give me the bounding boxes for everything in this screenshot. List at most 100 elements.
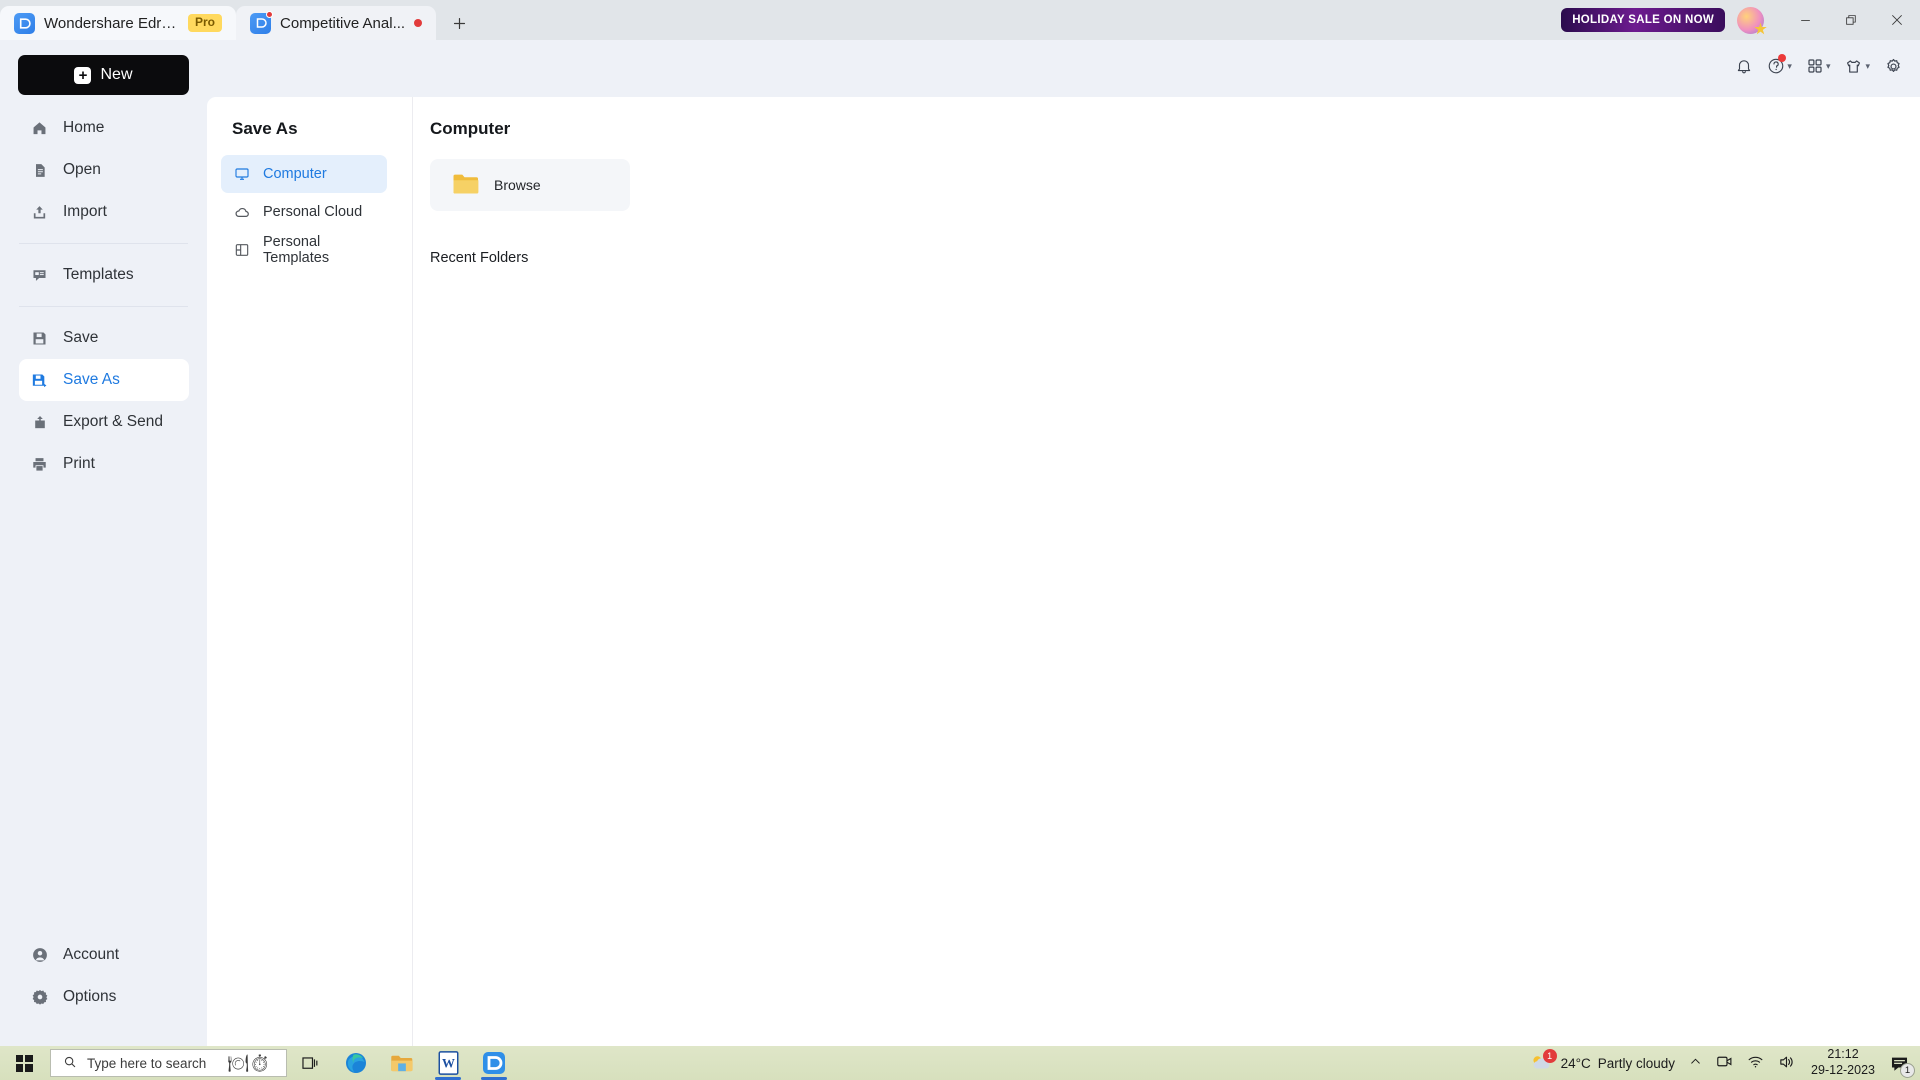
- notification-bell-button[interactable]: [1730, 53, 1758, 79]
- sidebar-item-label: Open: [63, 161, 101, 178]
- save-target-personal-templates[interactable]: Personal Templates: [221, 231, 387, 269]
- sidebar-item-home[interactable]: Home: [19, 107, 189, 149]
- sidebar-item-open[interactable]: Open: [19, 149, 189, 191]
- minimize-button[interactable]: [1782, 0, 1828, 40]
- save-target-label: Computer: [263, 166, 327, 182]
- document-tab-icon: [250, 10, 274, 34]
- tab-wondershare-edrawmax[interactable]: Wondershare EdrawMax Pro: [0, 6, 237, 40]
- new-tab-button[interactable]: [442, 6, 476, 40]
- tab-label: Competitive Anal...: [280, 14, 406, 32]
- backstage-sidebar: + New Home Open Import Templates Save Sa…: [0, 40, 207, 1046]
- wifi-icon: [1747, 1054, 1764, 1072]
- save-as-icon: [30, 371, 49, 390]
- meet-now-button[interactable]: [1709, 1046, 1740, 1080]
- chevron-up-icon: [1689, 1055, 1702, 1071]
- options-gear-icon: [30, 988, 49, 1007]
- meet-now-icon: [1716, 1054, 1733, 1072]
- account-icon: [30, 946, 49, 965]
- chevron-down-icon: ▾: [1825, 60, 1831, 71]
- save-target-computer[interactable]: Computer: [221, 155, 387, 193]
- chevron-down-icon: ▾: [1865, 60, 1870, 71]
- sidebar-item-label: Templates: [63, 266, 134, 283]
- new-button-label: New: [100, 66, 133, 83]
- sidebar-item-save-as[interactable]: Save As: [19, 359, 189, 401]
- sidebar-item-templates[interactable]: Templates: [19, 254, 189, 296]
- weather-description: Partly cloudy: [1597, 1055, 1676, 1071]
- save-as-panel-title: Save As: [232, 119, 298, 138]
- browse-label: Browse: [494, 177, 541, 193]
- apps-grid-button[interactable]: ▾: [1801, 53, 1836, 79]
- action-center-button[interactable]: 1: [1884, 1046, 1915, 1080]
- edrawmax-logo-icon: [14, 12, 35, 34]
- speaker-icon: [1778, 1054, 1795, 1073]
- title-bar-right: HOLIDAY SALE ON NOW: [1561, 0, 1920, 40]
- show-hidden-icons-button[interactable]: [1682, 1046, 1709, 1080]
- sidebar-item-save[interactable]: Save: [19, 317, 189, 359]
- new-button[interactable]: + New: [18, 55, 189, 95]
- taskbar-clock[interactable]: 21:12 29-12-2023: [1802, 1047, 1884, 1078]
- chevron-down-icon: ▾: [1787, 60, 1792, 71]
- settings-gear-button[interactable]: [1879, 53, 1908, 80]
- sidebar-divider: [19, 243, 188, 244]
- sidebar-item-export-send[interactable]: Export & Send: [19, 401, 189, 443]
- monitor-icon: [233, 165, 251, 183]
- sidebar-item-account[interactable]: Account: [19, 934, 189, 976]
- close-button[interactable]: [1874, 0, 1920, 40]
- holiday-sale-button[interactable]: HOLIDAY SALE ON NOW: [1561, 8, 1725, 32]
- toolbar-icons: ▾ ▾ ▾: [1730, 48, 1908, 84]
- save-target-label: Personal Cloud: [263, 204, 363, 220]
- browse-button[interactable]: Browse: [430, 159, 630, 211]
- clock-time: 21:12: [1827, 1047, 1859, 1062]
- edrawmax-window: Wondershare EdrawMax Pro Competitive Ana…: [0, 0, 1920, 1046]
- document-icon: [30, 161, 49, 180]
- pro-badge: Pro: [188, 14, 223, 32]
- title-bar: Wondershare EdrawMax Pro Competitive Ana…: [0, 0, 1920, 40]
- printer-icon: [30, 455, 49, 474]
- tab-competitive-analysis[interactable]: Competitive Anal...: [236, 6, 437, 40]
- sidebar-nav: Home Open Import Templates Save Save As …: [0, 107, 207, 485]
- task-view-button[interactable]: [287, 1046, 333, 1080]
- maximize-restore-button[interactable]: [1828, 0, 1874, 40]
- content-panel-title: Computer: [430, 119, 511, 138]
- templates-icon: [30, 266, 49, 285]
- weather-icon: 1: [1530, 1049, 1557, 1073]
- layout-icon: [233, 241, 251, 259]
- microsoft-edge-button[interactable]: [333, 1046, 379, 1080]
- sidebar-item-import[interactable]: Import: [19, 191, 189, 233]
- system-tray: 1 24°C Partly cloudy 21:12 29-12-2023 1: [1523, 1046, 1920, 1080]
- svg-text:W: W: [442, 1056, 455, 1071]
- windows-taskbar: Type here to search 🍽⏱ W 1 24°C Partly c…: [0, 1046, 1920, 1080]
- avatar[interactable]: [1737, 6, 1764, 34]
- help-button[interactable]: ▾: [1762, 53, 1797, 79]
- sidebar-divider: [19, 306, 188, 307]
- sidebar-item-options[interactable]: Options: [19, 976, 189, 1018]
- volume-button[interactable]: [1771, 1046, 1802, 1080]
- sidebar-item-label: Options: [63, 988, 117, 1005]
- start-button[interactable]: [0, 1046, 48, 1080]
- folder-icon: [452, 172, 480, 199]
- backstage-content-card: Save As Computer Personal Cloud Personal…: [207, 97, 1920, 1046]
- theme-button[interactable]: ▾: [1839, 53, 1875, 80]
- help-notification-dot: [1777, 54, 1786, 62]
- sidebar-item-label: Account: [63, 946, 120, 963]
- tab-label: Wondershare EdrawMax: [44, 14, 179, 32]
- microsoft-word-button[interactable]: W: [425, 1046, 471, 1080]
- plus-icon: +: [74, 66, 92, 84]
- windows-start-icon: [15, 1054, 33, 1072]
- action-center-badge: 1: [1900, 1063, 1915, 1078]
- weather-widget[interactable]: 1 24°C Partly cloudy: [1523, 1046, 1682, 1080]
- taskbar-search-box[interactable]: Type here to search 🍽⏱: [50, 1049, 287, 1077]
- save-target-personal-cloud[interactable]: Personal Cloud: [221, 193, 387, 231]
- clock-date: 29-12-2023: [1811, 1063, 1875, 1077]
- network-button[interactable]: [1740, 1046, 1771, 1080]
- bing-doodle-icon[interactable]: 🍽⏱: [212, 1050, 286, 1076]
- home-icon: [30, 119, 49, 138]
- sidebar-item-print[interactable]: Print: [19, 443, 189, 485]
- edrawmax-taskbar-button[interactable]: [471, 1046, 517, 1080]
- search-placeholder: Type here to search: [87, 1055, 207, 1071]
- unsaved-indicator-dot: [266, 10, 274, 18]
- file-explorer-button[interactable]: [379, 1046, 425, 1080]
- save-icon: [30, 329, 49, 348]
- weather-temperature: 24°C: [1560, 1055, 1591, 1071]
- search-icon: [63, 1055, 77, 1072]
